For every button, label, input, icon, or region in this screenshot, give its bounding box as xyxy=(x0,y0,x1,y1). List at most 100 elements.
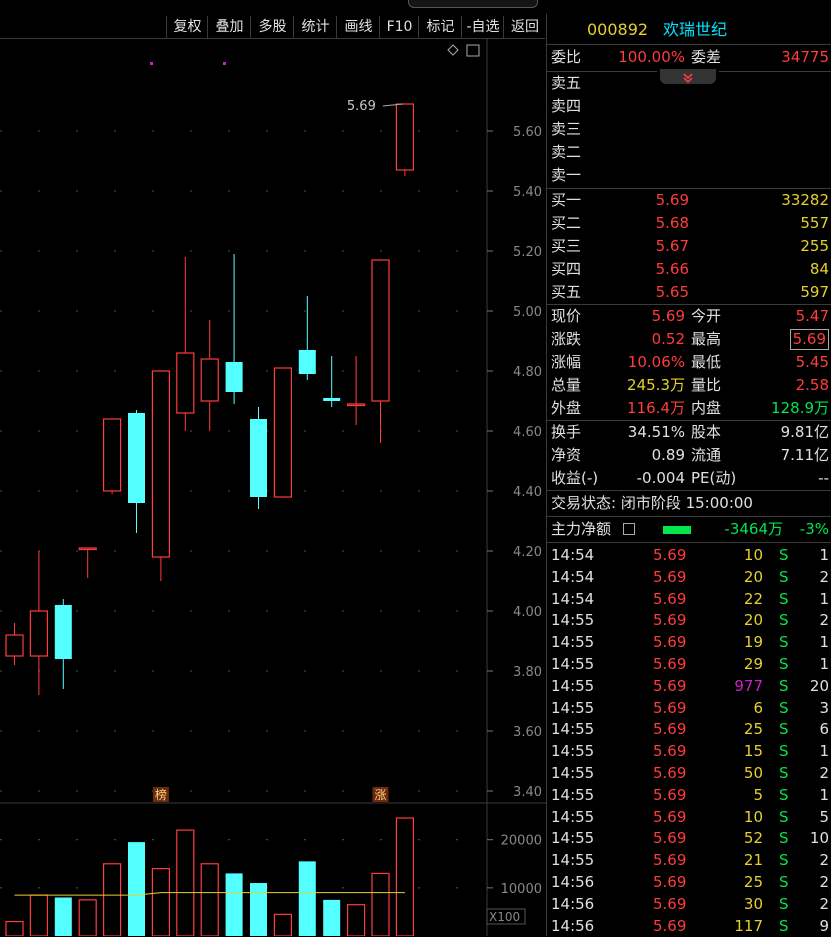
tick-time: 14:55 xyxy=(551,851,595,870)
volume-bar xyxy=(323,899,341,936)
tick-side: S xyxy=(779,894,789,913)
tick-side: S xyxy=(779,873,789,891)
volume-bar xyxy=(250,883,267,936)
candle-body xyxy=(298,350,316,374)
tick-count: 10 xyxy=(809,829,829,848)
tick-price: 5.69 xyxy=(653,698,687,717)
tick-time: 14:55 xyxy=(551,764,595,782)
quote-panel: 000892 欢瑞世纪 委比 100.00% 委差 34775 卖五 卖四 卖三 卖二… xyxy=(546,14,831,936)
tick-price: 5.69 xyxy=(653,655,687,673)
tick-count: 1 xyxy=(819,655,829,673)
tick-volume: 5 xyxy=(753,785,763,804)
tick-time: 14:54 xyxy=(551,546,595,564)
toolbar-button[interactable]: F10 xyxy=(379,16,419,38)
volume-bar xyxy=(102,863,122,936)
tick-side: S xyxy=(779,698,789,717)
stat-value: 0.89 xyxy=(651,446,685,464)
tick-side: S xyxy=(779,655,789,673)
bid-volume: 255 xyxy=(800,237,829,255)
tick-volume: 10 xyxy=(743,546,763,564)
tick-count: 1 xyxy=(819,633,829,652)
tick-volume: 20 xyxy=(743,567,763,586)
candle-body xyxy=(225,362,243,392)
toolbar-button[interactable]: 多股 xyxy=(250,16,294,38)
toolbar-button[interactable]: 复权 xyxy=(166,16,208,38)
tick-row: 14:54 5.69 10 S 1 xyxy=(551,544,829,566)
tick-count: 20 xyxy=(809,676,829,695)
bid-volume: 84 xyxy=(809,260,829,278)
tick-row: 14:55 5.69 6 S 3 xyxy=(551,697,829,719)
quote-header: 000892 欢瑞世纪 xyxy=(551,18,829,41)
tick-count: 1 xyxy=(819,546,829,564)
price-tick-label: 3.60 xyxy=(513,725,542,740)
candle-body xyxy=(395,103,414,171)
tick-row: 14:54 5.69 20 S 2 xyxy=(551,566,829,588)
tick-row: 14:55 5.69 977 S 20 xyxy=(551,675,829,697)
tick-price: 5.69 xyxy=(653,764,687,782)
bid-row: 买二 5.68 557 xyxy=(551,212,829,235)
stat-label: 今开 xyxy=(691,307,722,325)
tick-row: 14:56 5.69 25 S 2 xyxy=(551,871,829,893)
list-icon[interactable] xyxy=(623,523,635,535)
tick-volume: 30 xyxy=(743,894,763,913)
tick-price: 5.69 xyxy=(653,894,687,913)
tick-volume: 6 xyxy=(753,698,763,717)
tick-price: 5.69 xyxy=(653,546,687,564)
tick-row: 14:55 5.69 52 S 10 xyxy=(551,827,829,849)
tick-side: S xyxy=(779,633,789,652)
stat-value: -0.004 xyxy=(636,469,685,487)
tick-price: 5.69 xyxy=(653,916,687,935)
volume-bar xyxy=(273,913,292,936)
stat-label: PE(动) xyxy=(691,469,737,487)
stat-value: 5.47 xyxy=(795,307,829,325)
tick-row: 14:56 5.69 30 S 2 xyxy=(551,893,829,915)
candle-body xyxy=(200,358,219,402)
stat-label: 涨跌 xyxy=(551,330,582,348)
tick-volume: 22 xyxy=(743,589,763,608)
tick-row: 14:55 5.69 15 S 1 xyxy=(551,740,829,762)
volume-bar xyxy=(151,867,170,936)
stat-label: 现价 xyxy=(551,307,582,325)
bid-label: 买一 xyxy=(551,191,582,209)
tick-side: S xyxy=(779,589,789,608)
tick-count: 2 xyxy=(819,764,829,782)
marker-text: 榜 xyxy=(155,787,167,802)
tick-side: S xyxy=(779,916,789,935)
tick-volume: 15 xyxy=(743,742,763,761)
toolbar-button[interactable]: 画线 xyxy=(336,16,380,38)
tick-price: 5.69 xyxy=(653,873,687,891)
stat-value: 5.69 xyxy=(651,307,685,325)
tick-side: S xyxy=(779,851,789,870)
stat-value: 2.58 xyxy=(795,376,829,394)
bid-row: 买五 5.65 597 xyxy=(551,281,829,304)
title-pill[interactable] xyxy=(408,0,538,8)
stat-row: 涨幅 10.06% 最低 5.45 xyxy=(551,351,829,374)
stat-label: 收益(-) xyxy=(551,469,599,487)
ask-label: 卖五 xyxy=(551,74,582,92)
price-tick-label: 3.40 xyxy=(513,785,542,800)
chart-toolbar: 复权 叠加 多股 统计 画线 F10 标记 -自选 返回 xyxy=(0,14,545,39)
trade-state-row: 交易状态: 闭市阶段 15:00:00 xyxy=(551,492,829,515)
price-tick-label: 5.40 xyxy=(513,185,542,200)
volume-bar xyxy=(54,897,72,936)
panel-icon xyxy=(466,44,480,57)
volume-bar xyxy=(5,920,24,936)
toolbar-button[interactable]: 叠加 xyxy=(207,16,251,38)
tick-volume: 21 xyxy=(743,851,763,870)
toolbar-button[interactable]: 统计 xyxy=(293,16,337,38)
tick-row: 14:55 5.69 19 S 1 xyxy=(551,631,829,653)
toolbar-button[interactable]: 标记 xyxy=(418,16,462,38)
volume-bar xyxy=(225,873,243,936)
bid-label: 买三 xyxy=(551,237,582,255)
tick-volume: 20 xyxy=(743,611,763,630)
main-flow-pct: -3% xyxy=(799,520,829,538)
tick-time: 14:55 xyxy=(551,698,595,717)
stock-name[interactable]: 欢瑞世纪 xyxy=(663,18,727,41)
candlestick-chart[interactable]: 5.60 5.40 5.20 5.00 4.80 4.60 4.40 4.20 4.00 3.80… xyxy=(0,39,546,936)
toolbar-button[interactable]: -自选 xyxy=(461,16,504,38)
stat-value: 116.4万 xyxy=(627,399,685,417)
tick-price: 5.69 xyxy=(653,611,687,630)
volume-bar xyxy=(395,817,414,936)
volume-bar xyxy=(371,872,390,936)
toolbar-button[interactable]: 返回 xyxy=(503,16,546,38)
